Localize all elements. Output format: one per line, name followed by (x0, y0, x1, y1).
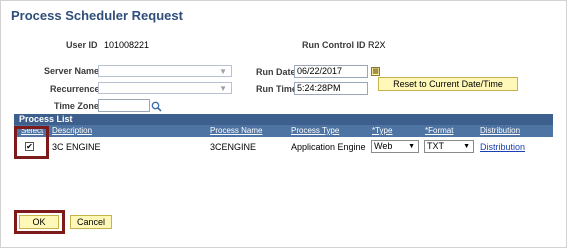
select-highlight-box (14, 126, 49, 159)
chevron-down-icon: ▼ (219, 67, 227, 76)
run-time-label: Run Time (256, 84, 297, 94)
server-name-dropdown[interactable]: ▼ (98, 65, 232, 77)
format-select[interactable]: TXT ▼ (424, 140, 474, 153)
reset-date-time-button[interactable]: Reset to Current Date/Time (378, 77, 518, 91)
row-process-name: 3CENGINE (210, 142, 257, 152)
type-select-value: Web (374, 141, 393, 151)
run-control-label: Run Control ID (302, 40, 366, 50)
run-date-label: Run Date (256, 67, 296, 77)
search-icon[interactable] (151, 99, 162, 112)
recurrence-label: Recurrence (50, 84, 100, 94)
run-time-input[interactable]: 5:24:28PM (294, 82, 368, 95)
chevron-down-icon: ▼ (408, 143, 415, 150)
description-column-header[interactable]: Description (52, 125, 92, 137)
chevron-down-icon: ▼ (463, 143, 470, 150)
format-select-value: TXT (427, 141, 444, 151)
ok-button[interactable]: OK (19, 215, 59, 229)
page-title: Process Scheduler Request (11, 8, 183, 23)
chevron-down-icon: ▼ (219, 84, 227, 93)
time-zone-label: Time Zone (54, 101, 99, 111)
process-name-column-header[interactable]: Process Name (210, 125, 262, 137)
grid-header-row (14, 125, 553, 137)
calendar-icon[interactable]: ▦ (371, 67, 380, 76)
user-id-label: User ID (66, 40, 98, 50)
process-list-title: Process List (14, 114, 553, 125)
type-column-header[interactable]: *Type (372, 125, 392, 137)
run-date-input[interactable]: 06/22/2017 (294, 65, 368, 78)
distribution-column-header[interactable]: Distribution (480, 125, 520, 137)
cancel-button[interactable]: Cancel (70, 215, 112, 229)
format-column-header[interactable]: *Format (425, 125, 453, 137)
type-select[interactable]: Web ▼ (371, 140, 419, 153)
row-description: 3C ENGINE (52, 142, 101, 152)
recurrence-dropdown[interactable]: ▼ (98, 82, 232, 94)
time-zone-input[interactable] (98, 99, 150, 112)
server-name-label: Server Name (44, 66, 100, 76)
row-process-type: Application Engine (291, 142, 366, 152)
process-type-column-header[interactable]: Process Type (291, 125, 339, 137)
run-control-value: R2X (368, 40, 386, 50)
user-id-value: 101008221 (104, 40, 150, 50)
distribution-link[interactable]: Distribution (480, 142, 525, 152)
